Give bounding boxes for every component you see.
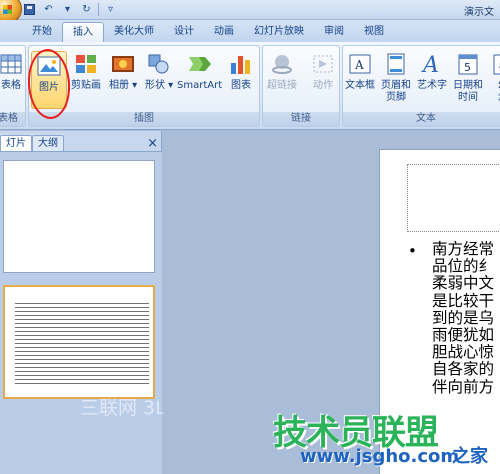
action-button[interactable]: 动作 — [309, 50, 337, 92]
close-icon[interactable]: × — [147, 136, 158, 151]
separator — [98, 3, 99, 16]
slide-thumbnail-2[interactable] — [3, 285, 155, 399]
svg-text:A: A — [421, 53, 439, 75]
wordart-button[interactable]: A 艺术字 — [417, 50, 447, 92]
table-button[interactable]: 表格 — [0, 50, 25, 92]
slide-thumbnail-1[interactable] — [3, 160, 155, 273]
hyperlink-button[interactable]: 超链接 — [267, 50, 297, 92]
dropdown-arrow-icon[interactable]: ▾ — [60, 2, 75, 17]
shapes-button[interactable]: 形状 ▾ — [145, 50, 173, 92]
tab-outline[interactable]: 大纲 — [32, 135, 64, 151]
tab-animation[interactable]: 动画 — [204, 22, 244, 42]
wordart-icon: A — [418, 50, 446, 78]
slides-pane: 灯片 大纲 × — [0, 131, 162, 474]
svg-text:A: A — [354, 58, 364, 72]
bullet-marker: • — [408, 242, 417, 260]
tab-slides[interactable]: 灯片 — [0, 135, 32, 151]
undo-icon[interactable]: ↶ — [41, 2, 56, 17]
customize-qat-icon[interactable]: ▿ — [103, 2, 118, 17]
tab-review[interactable]: 审阅 — [314, 22, 354, 42]
watermark-url: www.jsgho.com — [300, 446, 460, 467]
tab-design[interactable]: 设计 — [164, 22, 204, 42]
date-time-button[interactable]: 5 日期和 时间 — [453, 50, 483, 104]
slide-number-button[interactable]: # 幻 灯 — [489, 50, 500, 104]
textbox-button[interactable]: A 文本框 — [345, 50, 375, 92]
svg-text:5: 5 — [464, 61, 471, 74]
slide-body-text[interactable]: 南方经常 品位的纟 柔弱中文 是比较干 到的是乌 雨便犹如 胆战心惊 自各家的 … — [432, 240, 494, 396]
tab-home[interactable]: 开始 — [22, 22, 62, 42]
calendar-icon: 5 — [454, 50, 482, 78]
header-footer-icon — [382, 50, 410, 78]
redo-icon[interactable]: ↻ — [79, 2, 94, 17]
textbox-icon: A — [346, 50, 374, 78]
shapes-icon — [145, 50, 173, 78]
slide-number-icon: # — [489, 50, 500, 78]
smartart-icon — [186, 50, 214, 78]
quick-access-toolbar: ↶ ▾ ↻ ▿ — [22, 2, 118, 17]
clipart-icon — [72, 50, 100, 78]
photo-album-icon — [109, 50, 137, 78]
group-text: A 文本框 页眉和 页脚 A 艺术字 5 日期和 时间 # — [342, 45, 500, 127]
save-icon[interactable] — [22, 2, 37, 17]
title-bar: ↶ ▾ ↻ ▿ 演示文 — [0, 0, 500, 24]
group-tables: 表格 表格 — [0, 45, 26, 127]
title-placeholder[interactable] — [407, 164, 500, 232]
watermark-tail: 之家 — [452, 446, 488, 467]
chart-button[interactable]: 图表 — [227, 50, 255, 92]
header-footer-button[interactable]: 页眉和 页脚 — [381, 50, 411, 104]
group-links: 超链接 动作 链接 — [262, 45, 340, 127]
tab-beautify[interactable]: 美化大师 — [104, 22, 164, 42]
action-icon — [309, 50, 337, 78]
ribbon: 表格 表格 图片 剪贴画 相册 ▾ 形状 ▾ SmartArt 图表 插图 超链… — [0, 42, 500, 130]
tab-insert[interactable]: 插入 — [62, 22, 104, 42]
slide-thumbnail-list — [0, 151, 162, 474]
chart-icon — [227, 50, 255, 78]
photo-album-button[interactable]: 相册 ▾ — [109, 50, 137, 92]
smartart-button[interactable]: SmartArt — [177, 50, 222, 92]
table-icon — [0, 50, 25, 78]
tab-slideshow[interactable]: 幻灯片放映 — [244, 22, 314, 42]
hyperlink-icon — [268, 50, 296, 78]
pane-tab-bar: 灯片 大纲 × — [0, 135, 162, 151]
thumbnail-text-preview — [15, 301, 149, 385]
clipart-button[interactable]: 剪贴画 — [71, 50, 101, 92]
tab-view[interactable]: 视图 — [354, 22, 394, 42]
window-title: 演示文 — [464, 7, 494, 18]
ribbon-tab-bar: 开始 插入 美化大师 设计 动画 幻灯片放映 审阅 视图 — [0, 20, 500, 42]
